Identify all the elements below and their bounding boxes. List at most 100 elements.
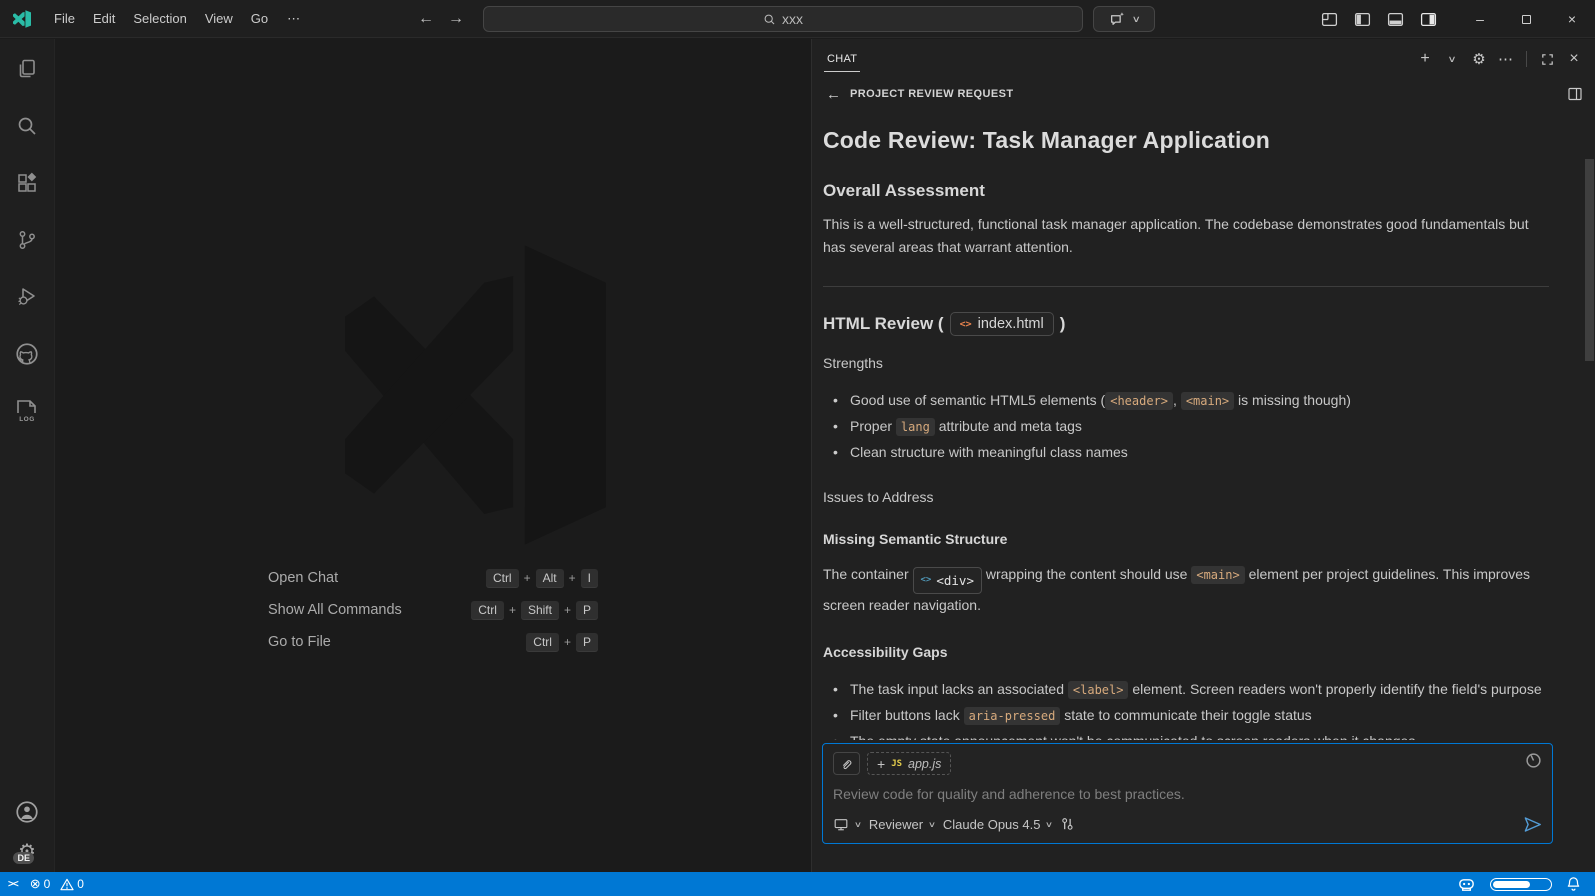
configure-tools-button[interactable]: [1060, 817, 1075, 832]
chat-response-document: Code Review: Task Manager Application Ov…: [812, 111, 1595, 740]
quota-progress-bar[interactable]: [1490, 878, 1552, 891]
search-icon: [763, 13, 776, 26]
explorer-icon[interactable]: [3, 45, 51, 93]
watermark-shortcuts: Open Chat Ctrl + Alt + I Show All Comman…: [268, 567, 598, 653]
mode-label: Reviewer: [869, 817, 923, 832]
paragraph: This is a well-structured, functional ta…: [823, 213, 1549, 259]
keycap: Ctrl: [486, 569, 519, 587]
maximize-button[interactable]: [1503, 0, 1549, 38]
tools-icon: [1060, 817, 1075, 832]
toggle-secondary-sidebar-icon[interactable]: [1420, 11, 1437, 28]
agent-mode-picker[interactable]: ∨: [833, 817, 861, 832]
run-debug-icon[interactable]: [3, 273, 51, 321]
vscode-watermark-icon: [345, 225, 635, 565]
send-button[interactable]: [1523, 815, 1542, 834]
keycap: Shift: [521, 601, 559, 619]
vscode-logo-icon: [13, 9, 33, 29]
back-arrow-icon[interactable]: ←: [418, 10, 434, 28]
forward-arrow-icon[interactable]: →: [448, 10, 464, 28]
shortcut-label: Show All Commands: [268, 602, 471, 618]
minimize-button[interactable]: –: [1457, 0, 1503, 38]
tab-chat[interactable]: CHAT: [824, 47, 860, 72]
copilot-status-icon[interactable]: [1457, 876, 1476, 893]
chat-panel: CHAT + ∨ ⚙ ⋯ × ← PROJECT REVIEW REQUEST …: [811, 39, 1595, 872]
open-chat-in-editor-icon[interactable]: [1567, 86, 1583, 102]
shortcut-show-all-commands: Show All Commands Ctrl + Shift + P: [268, 599, 598, 621]
file-pill-index-html[interactable]: <> index.html: [950, 312, 1054, 336]
chat-settings-gear-icon[interactable]: ⚙: [1468, 48, 1490, 70]
search-value: xxx: [782, 11, 803, 27]
menu-overflow[interactable]: ⋯: [277, 11, 311, 27]
menu-view[interactable]: View: [196, 6, 242, 32]
notifications-bell-icon[interactable]: [1566, 876, 1581, 892]
attach-context-button[interactable]: [833, 752, 860, 775]
model-dropdown[interactable]: Claude Opus 4.5 ∨: [943, 817, 1052, 832]
log-viewer-icon[interactable]: LOG: [3, 387, 51, 435]
element-icon: <>: [921, 569, 932, 592]
command-center-search[interactable]: xxx: [483, 6, 1083, 32]
menu-file[interactable]: File: [45, 6, 84, 32]
new-chat-button[interactable]: +: [1414, 48, 1436, 70]
error-icon: ⊗: [30, 876, 41, 892]
settings-badge: DE: [13, 852, 34, 864]
text-segment: Filter buttons lack: [850, 707, 964, 723]
toggle-primary-sidebar-icon[interactable]: [1354, 11, 1371, 28]
inline-code-label: <label>: [1068, 681, 1129, 699]
text-segment: wrapping the content should use: [982, 566, 1191, 582]
text-segment: The task input lacks an associated: [850, 681, 1068, 697]
scrollbar-thumb[interactable]: [1585, 159, 1594, 361]
list-item: Filter buttons lack aria-pressed state t…: [823, 703, 1549, 729]
extensions-icon[interactable]: [3, 159, 51, 207]
toggle-panel-icon[interactable]: [1387, 11, 1404, 28]
maximize-panel-icon[interactable]: [1536, 48, 1558, 70]
key-plus: +: [569, 571, 576, 585]
settings-gear-button[interactable]: ⚙ DE: [18, 839, 36, 864]
shortcut-label: Go to File: [268, 634, 526, 650]
customize-layout-icon[interactable]: [1321, 11, 1338, 28]
close-panel-icon[interactable]: ×: [1563, 48, 1585, 70]
code-file-icon: <>: [960, 319, 972, 330]
error-count: 0: [44, 877, 51, 891]
keycap: Ctrl: [526, 633, 559, 651]
keycap: P: [576, 601, 598, 619]
chevron-down-icon: ∨: [1045, 820, 1053, 829]
chevron-down-icon: ∨: [1131, 14, 1140, 25]
issue-heading-semantic: Missing Semantic Structure: [823, 528, 1549, 551]
divider: [1526, 51, 1527, 67]
inline-code-main: <main>: [1181, 392, 1234, 410]
section-heading-html-review: HTML Review ( <> index.html ): [823, 312, 1549, 336]
text-segment: attribute and meta tags: [935, 418, 1082, 434]
chat-more-actions-icon[interactable]: ⋯: [1495, 48, 1517, 70]
menu-selection[interactable]: Selection: [124, 6, 195, 32]
keycap: P: [576, 633, 598, 651]
remote-indicator-icon[interactable]: ><: [8, 879, 18, 890]
copilot-chat-icon: [1109, 11, 1126, 28]
chat-input-value[interactable]: Review code for quality and adherence to…: [833, 786, 1542, 802]
menu-edit[interactable]: Edit: [84, 6, 124, 32]
chat-input-box[interactable]: + JS app.js Review code for quality and …: [822, 743, 1553, 844]
key-plus: +: [509, 603, 516, 617]
heading-text: ): [1060, 314, 1066, 334]
attached-file-chip[interactable]: + JS app.js: [867, 752, 951, 775]
problems-errors[interactable]: ⊗ 0: [30, 876, 51, 892]
mode-dropdown[interactable]: Reviewer ∨: [869, 817, 935, 832]
github-icon[interactable]: [3, 330, 51, 378]
thread-back-icon[interactable]: ←: [826, 86, 841, 103]
key-plus: +: [564, 603, 571, 617]
inline-code-main: <main>: [1191, 566, 1244, 584]
accounts-icon[interactable]: [14, 799, 40, 825]
new-chat-dropdown-icon[interactable]: ∨: [1437, 48, 1468, 70]
quota-gauge-icon[interactable]: [1525, 752, 1542, 769]
close-window-button[interactable]: ×: [1549, 0, 1595, 38]
paperclip-icon: [840, 757, 854, 771]
copilot-menu-button[interactable]: ∨: [1093, 6, 1155, 32]
problems-warnings[interactable]: 0: [60, 877, 84, 891]
keycap: I: [581, 569, 598, 587]
source-control-icon[interactable]: [3, 216, 51, 264]
element-pill-div[interactable]: <><div>: [913, 567, 982, 594]
menu-go[interactable]: Go: [242, 6, 277, 32]
search-sidebar-icon[interactable]: [3, 102, 51, 150]
section-heading-overall: Overall Assessment: [823, 181, 1549, 201]
editor-area: Open Chat Ctrl + Alt + I Show All Comman…: [56, 39, 810, 872]
paragraph: The container <><div> wrapping the conte…: [823, 563, 1549, 617]
